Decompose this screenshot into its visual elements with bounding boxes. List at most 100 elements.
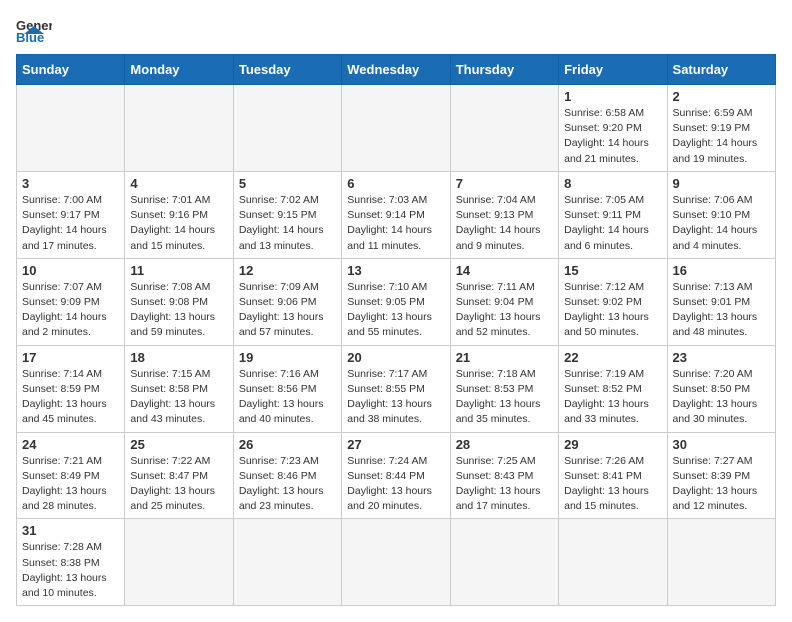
day-number: 14: [456, 263, 553, 278]
calendar-cell: [125, 85, 233, 172]
calendar-cell: 2 Sunrise: 6:59 AM Sunset: 9:19 PM Daylig…: [667, 85, 775, 172]
calendar-cell: 12Sunrise: 7:09 AM Sunset: 9:06 PM Dayli…: [233, 258, 341, 345]
calendar-cell: [17, 85, 125, 172]
day-info: Sunrise: 7:06 AM Sunset: 9:10 PM Dayligh…: [673, 193, 770, 254]
day-number: 23: [673, 350, 770, 365]
calendar-cell: 31 Sunrise: 7:28 AM Sunset: 8:38 PM Dayli…: [17, 519, 125, 606]
day-number: 30: [673, 437, 770, 452]
calendar-cell: 7 Sunrise: 7:04 AM Sunset: 9:13 PM Daylig…: [450, 171, 558, 258]
logo: General Blue: [16, 16, 56, 44]
day-info: Sunrise: 7:18 AM Sunset: 8:53 PM Dayligh…: [456, 367, 553, 428]
day-info: Sunrise: 7:03 AM Sunset: 9:14 PM Dayligh…: [347, 193, 444, 254]
calendar-cell: 23 Sunrise: 7:20 AM Sunset: 8:50 PM Dayli…: [667, 345, 775, 432]
day-number: 17: [22, 350, 119, 365]
calendar-cell: 30 Sunrise: 7:27 AM Sunset: 8:39 PM Dayli…: [667, 432, 775, 519]
calendar-cell: 20 Sunrise: 7:17 AM Sunset: 8:55 PM Dayli…: [342, 345, 450, 432]
day-info: Sunrise: 7:27 AM Sunset: 8:39 PM Dayligh…: [673, 454, 770, 515]
week-row-6: 31 Sunrise: 7:28 AM Sunset: 8:38 PM Dayli…: [17, 519, 776, 606]
day-info: Sunrise: 7:07 AM Sunset: 9:09 PM Dayligh…: [22, 280, 119, 341]
calendar-cell: 28 Sunrise: 7:25 AM Sunset: 8:43 PM Dayli…: [450, 432, 558, 519]
day-number: 19: [239, 350, 336, 365]
day-number: 8: [564, 176, 661, 191]
day-number: 27: [347, 437, 444, 452]
day-info: Sunrise: 7:28 AM Sunset: 8:38 PM Dayligh…: [22, 540, 119, 601]
week-row-3: 10 Sunrise: 7:07 AM Sunset: 9:09 PM Dayli…: [17, 258, 776, 345]
day-info: Sunrise: 7:16 AM Sunset: 8:56 PM Dayligh…: [239, 367, 336, 428]
calendar-cell: [667, 519, 775, 606]
logo-icon: General Blue: [16, 16, 52, 44]
calendar-cell: 21 Sunrise: 7:18 AM Sunset: 8:53 PM Dayli…: [450, 345, 558, 432]
day-number: 9: [673, 176, 770, 191]
weekday-header-saturday: Saturday: [667, 55, 775, 85]
day-number: 18: [130, 350, 227, 365]
day-info: Sunrise: 6:58 AM Sunset: 9:20 PM Dayligh…: [564, 106, 661, 167]
day-info: Sunrise: 7:20 AM Sunset: 8:50 PM Dayligh…: [673, 367, 770, 428]
day-info: Sunrise: 7:00 AM Sunset: 9:17 PM Dayligh…: [22, 193, 119, 254]
weekday-header-sunday: Sunday: [17, 55, 125, 85]
calendar-cell: 22Sunrise: 7:19 AM Sunset: 8:52 PM Dayli…: [559, 345, 667, 432]
day-number: 10: [22, 263, 119, 278]
day-number: 24: [22, 437, 119, 452]
calendar-cell: [342, 519, 450, 606]
day-number: 13: [347, 263, 444, 278]
day-info: Sunrise: 7:04 AM Sunset: 9:13 PM Dayligh…: [456, 193, 553, 254]
day-info: Sunrise: 7:15 AM Sunset: 8:58 PM Dayligh…: [130, 367, 227, 428]
day-info: Sunrise: 7:24 AM Sunset: 8:44 PM Dayligh…: [347, 454, 444, 515]
day-number: 4: [130, 176, 227, 191]
day-number: 7: [456, 176, 553, 191]
day-info: Sunrise: 7:08 AM Sunset: 9:08 PM Dayligh…: [130, 280, 227, 341]
calendar-cell: 15 Sunrise: 7:12 AM Sunset: 9:02 PM Dayli…: [559, 258, 667, 345]
calendar-table: SundayMondayTuesdayWednesdayThursdayFrid…: [16, 54, 776, 606]
page-header: General Blue: [16, 16, 776, 44]
day-number: 3: [22, 176, 119, 191]
calendar-cell: [125, 519, 233, 606]
weekday-header-thursday: Thursday: [450, 55, 558, 85]
weekday-header-tuesday: Tuesday: [233, 55, 341, 85]
day-info: Sunrise: 6:59 AM Sunset: 9:19 PM Dayligh…: [673, 106, 770, 167]
day-number: 12: [239, 263, 336, 278]
day-info: Sunrise: 7:26 AM Sunset: 8:41 PM Dayligh…: [564, 454, 661, 515]
weekday-header-monday: Monday: [125, 55, 233, 85]
calendar-cell: 25Sunrise: 7:22 AM Sunset: 8:47 PM Dayli…: [125, 432, 233, 519]
day-info: Sunrise: 7:25 AM Sunset: 8:43 PM Dayligh…: [456, 454, 553, 515]
calendar-cell: 5 Sunrise: 7:02 AM Sunset: 9:15 PM Daylig…: [233, 171, 341, 258]
day-info: Sunrise: 7:10 AM Sunset: 9:05 PM Dayligh…: [347, 280, 444, 341]
week-row-2: 3 Sunrise: 7:00 AM Sunset: 9:17 PM Daylig…: [17, 171, 776, 258]
calendar-cell: 13 Sunrise: 7:10 AM Sunset: 9:05 PM Dayli…: [342, 258, 450, 345]
day-info: Sunrise: 7:22 AM Sunset: 8:47 PM Dayligh…: [130, 454, 227, 515]
calendar-cell: 17 Sunrise: 7:14 AM Sunset: 8:59 PM Dayli…: [17, 345, 125, 432]
day-number: 28: [456, 437, 553, 452]
day-number: 15: [564, 263, 661, 278]
day-info: Sunrise: 7:12 AM Sunset: 9:02 PM Dayligh…: [564, 280, 661, 341]
weekday-header-wednesday: Wednesday: [342, 55, 450, 85]
svg-text:Blue: Blue: [16, 30, 44, 44]
calendar-cell: [450, 85, 558, 172]
day-info: Sunrise: 7:02 AM Sunset: 9:15 PM Dayligh…: [239, 193, 336, 254]
day-info: Sunrise: 7:11 AM Sunset: 9:04 PM Dayligh…: [456, 280, 553, 341]
day-number: 5: [239, 176, 336, 191]
day-info: Sunrise: 7:19 AM Sunset: 8:52 PM Dayligh…: [564, 367, 661, 428]
day-info: Sunrise: 7:14 AM Sunset: 8:59 PM Dayligh…: [22, 367, 119, 428]
week-row-5: 24 Sunrise: 7:21 AM Sunset: 8:49 PM Dayli…: [17, 432, 776, 519]
calendar-cell: 11Sunrise: 7:08 AM Sunset: 9:08 PM Dayli…: [125, 258, 233, 345]
day-number: 20: [347, 350, 444, 365]
calendar-cell: 1 Sunrise: 6:58 AM Sunset: 9:20 PM Daylig…: [559, 85, 667, 172]
calendar-cell: [342, 85, 450, 172]
calendar-cell: [559, 519, 667, 606]
day-number: 21: [456, 350, 553, 365]
calendar-cell: 3 Sunrise: 7:00 AM Sunset: 9:17 PM Daylig…: [17, 171, 125, 258]
day-number: 1: [564, 89, 661, 104]
day-number: 29: [564, 437, 661, 452]
calendar-cell: 6Sunrise: 7:03 AM Sunset: 9:14 PM Daylig…: [342, 171, 450, 258]
calendar-cell: 10 Sunrise: 7:07 AM Sunset: 9:09 PM Dayli…: [17, 258, 125, 345]
calendar-cell: [450, 519, 558, 606]
calendar-cell: 18 Sunrise: 7:15 AM Sunset: 8:58 PM Dayli…: [125, 345, 233, 432]
day-info: Sunrise: 7:17 AM Sunset: 8:55 PM Dayligh…: [347, 367, 444, 428]
week-row-1: 1 Sunrise: 6:58 AM Sunset: 9:20 PM Daylig…: [17, 85, 776, 172]
day-number: 31: [22, 523, 119, 538]
day-number: 2: [673, 89, 770, 104]
day-info: Sunrise: 7:21 AM Sunset: 8:49 PM Dayligh…: [22, 454, 119, 515]
day-number: 16: [673, 263, 770, 278]
calendar-cell: 14 Sunrise: 7:11 AM Sunset: 9:04 PM Dayli…: [450, 258, 558, 345]
calendar-cell: 29 Sunrise: 7:26 AM Sunset: 8:41 PM Dayli…: [559, 432, 667, 519]
